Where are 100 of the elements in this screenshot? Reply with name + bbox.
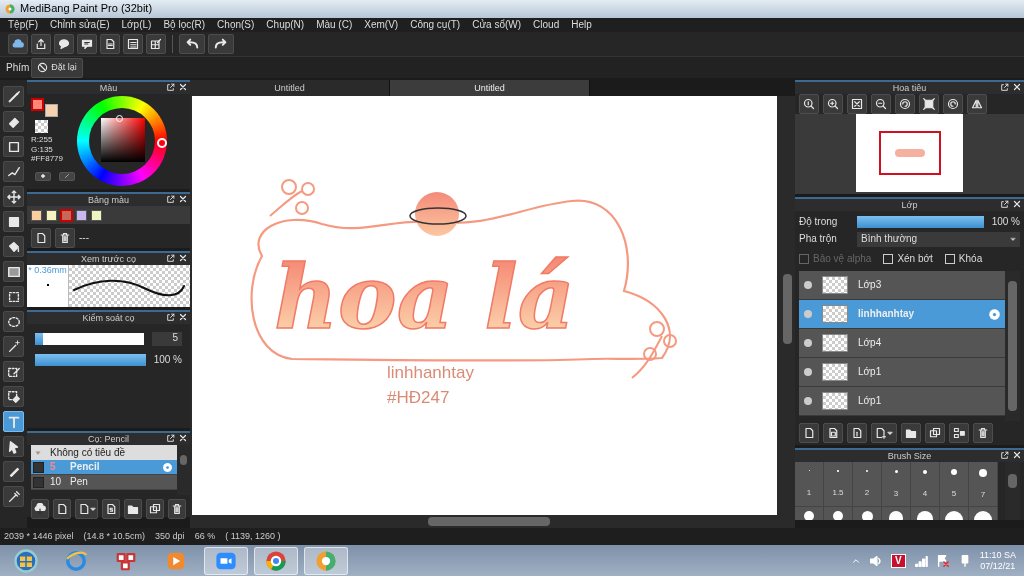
grid-button[interactable] xyxy=(146,34,166,54)
color-mode-button[interactable] xyxy=(59,171,75,181)
brush-size-cell[interactable]: 2 xyxy=(853,462,882,507)
duplicate-button[interactable] xyxy=(146,499,165,519)
tool-button[interactable] xyxy=(3,211,24,232)
new-layer-button[interactable] xyxy=(799,423,819,443)
palette-swatch[interactable] xyxy=(31,209,42,221)
scrollbar[interactable] xyxy=(1005,462,1020,520)
tool-button[interactable] xyxy=(3,286,24,307)
color-wheel[interactable] xyxy=(77,96,167,186)
reset-button[interactable]: Đặt lại xyxy=(31,57,83,78)
merge-layer-button[interactable] xyxy=(949,423,969,443)
fit-frame-button[interactable] xyxy=(919,94,939,114)
scrollbar-thumb[interactable] xyxy=(428,517,550,526)
script-brush-button[interactable] xyxy=(102,499,121,519)
tool-button[interactable] xyxy=(3,311,24,332)
new-8bit-layer-button[interactable] xyxy=(823,423,843,443)
brush-size-cell[interactable]: 3 xyxy=(882,462,911,507)
menu-item[interactable]: Cửa sổ(W) xyxy=(466,18,528,32)
brush-size-cell[interactable]: 5 xyxy=(940,462,969,507)
tool-button[interactable] xyxy=(3,386,24,407)
folder-button[interactable] xyxy=(124,499,143,519)
menu-item[interactable]: Chụp(N) xyxy=(260,18,311,32)
undo-button[interactable] xyxy=(179,34,205,54)
blend-mode-dropdown[interactable]: Bình thường xyxy=(857,231,1020,247)
brush-row[interactable]: 10 Pen xyxy=(31,475,177,490)
layer-row[interactable]: Lớp4 xyxy=(799,329,1005,358)
layer-folder-button[interactable] xyxy=(901,423,921,443)
canvas-tab[interactable]: Untitled xyxy=(390,80,590,96)
background-color-swatch[interactable] xyxy=(45,104,58,117)
menu-item[interactable]: Cloud xyxy=(527,18,566,32)
tool-button[interactable] xyxy=(3,336,24,357)
menu-item[interactable]: Lớp(L) xyxy=(115,18,158,32)
taskbar-app-button[interactable] xyxy=(304,546,348,575)
tool-button[interactable] xyxy=(3,236,24,257)
visibility-dot[interactable] xyxy=(804,281,812,289)
layer-opacity-slider[interactable] xyxy=(857,216,984,228)
palette-swatch[interactable] xyxy=(61,209,72,221)
new-1bit-layer-button[interactable] xyxy=(847,423,867,443)
tool-button[interactable] xyxy=(3,186,24,207)
layer-row[interactable]: Lớp1 xyxy=(799,358,1005,387)
layer-row[interactable]: Lớp1 xyxy=(799,387,1005,416)
tool-button[interactable] xyxy=(3,436,24,457)
foreground-color-swatch[interactable] xyxy=(31,98,44,111)
layer-row[interactable]: Lớp3 xyxy=(799,271,1005,300)
taskbar-app-button[interactable] xyxy=(204,546,248,575)
brush-group-row[interactable]: Không có tiêu đề xyxy=(31,445,177,460)
menu-item[interactable]: Màu (C) xyxy=(310,18,359,32)
new-brush-button[interactable] xyxy=(52,499,71,519)
visibility-dot[interactable] xyxy=(804,339,812,347)
tool-button[interactable] xyxy=(3,111,24,132)
scrollbar-thumb[interactable] xyxy=(783,274,792,344)
menu-item[interactable]: Help xyxy=(565,18,598,32)
tool-button[interactable] xyxy=(3,161,24,182)
brush-size-cell[interactable]: 7 xyxy=(969,462,998,507)
download-brush-button[interactable] xyxy=(31,499,49,519)
list-button[interactable] xyxy=(123,34,143,54)
copy-brush-button[interactable] xyxy=(74,499,99,519)
visibility-dot[interactable] xyxy=(804,397,812,405)
zoom-out-button[interactable] xyxy=(871,94,891,114)
duplicate-layer-button[interactable] xyxy=(925,423,945,443)
menu-item[interactable]: Chọn(S) xyxy=(211,18,261,32)
taskbar-app-button[interactable] xyxy=(254,546,298,575)
delete-palette-button[interactable] xyxy=(55,228,75,248)
zoom-reset-button[interactable] xyxy=(799,94,819,114)
tool-button[interactable] xyxy=(3,486,24,507)
delete-brush-button[interactable] xyxy=(168,499,186,519)
tool-button[interactable] xyxy=(3,361,24,382)
new-palette-button[interactable] xyxy=(31,228,51,248)
scrollbar[interactable] xyxy=(177,445,190,495)
transparent-swatch[interactable] xyxy=(35,120,48,133)
zoom-in-button[interactable] xyxy=(823,94,843,114)
page-button[interactable] xyxy=(100,34,120,54)
color-mode-button[interactable] xyxy=(35,171,51,181)
add-layer-button[interactable] xyxy=(871,423,897,443)
canvas-tab[interactable]: Untitled xyxy=(190,80,390,96)
rotate-right-button[interactable] xyxy=(943,94,963,114)
redo-button[interactable] xyxy=(208,34,234,54)
palette-swatch[interactable] xyxy=(91,209,102,221)
visibility-dot[interactable] xyxy=(804,310,812,318)
delete-layer-button[interactable] xyxy=(973,423,993,443)
opacity-slider[interactable] xyxy=(35,354,146,366)
brush-size-cell[interactable]: 1 xyxy=(795,462,824,507)
scrollbar[interactable] xyxy=(1005,271,1020,421)
brush-size-cell[interactable]: 1.5 xyxy=(824,462,853,507)
cloud-button[interactable] xyxy=(8,34,28,54)
brush-size-cell[interactable]: 4 xyxy=(911,462,940,507)
menu-item[interactable]: Tệp(F) xyxy=(2,18,44,32)
visibility-dot[interactable] xyxy=(804,368,812,376)
flip-button[interactable] xyxy=(967,94,987,114)
menu-item[interactable]: Bộ lọc(R) xyxy=(157,18,212,32)
chat-button[interactable] xyxy=(54,34,74,54)
size-slider[interactable] xyxy=(35,333,144,345)
tool-button[interactable] xyxy=(3,261,24,282)
palette-swatch[interactable] xyxy=(76,209,87,221)
fit-button[interactable] xyxy=(847,94,867,114)
tool-button[interactable] xyxy=(3,86,24,107)
tool-button[interactable] xyxy=(3,136,24,157)
palette-swatch[interactable] xyxy=(46,209,57,221)
menu-item[interactable]: Chỉnh sửa(E) xyxy=(44,18,116,32)
